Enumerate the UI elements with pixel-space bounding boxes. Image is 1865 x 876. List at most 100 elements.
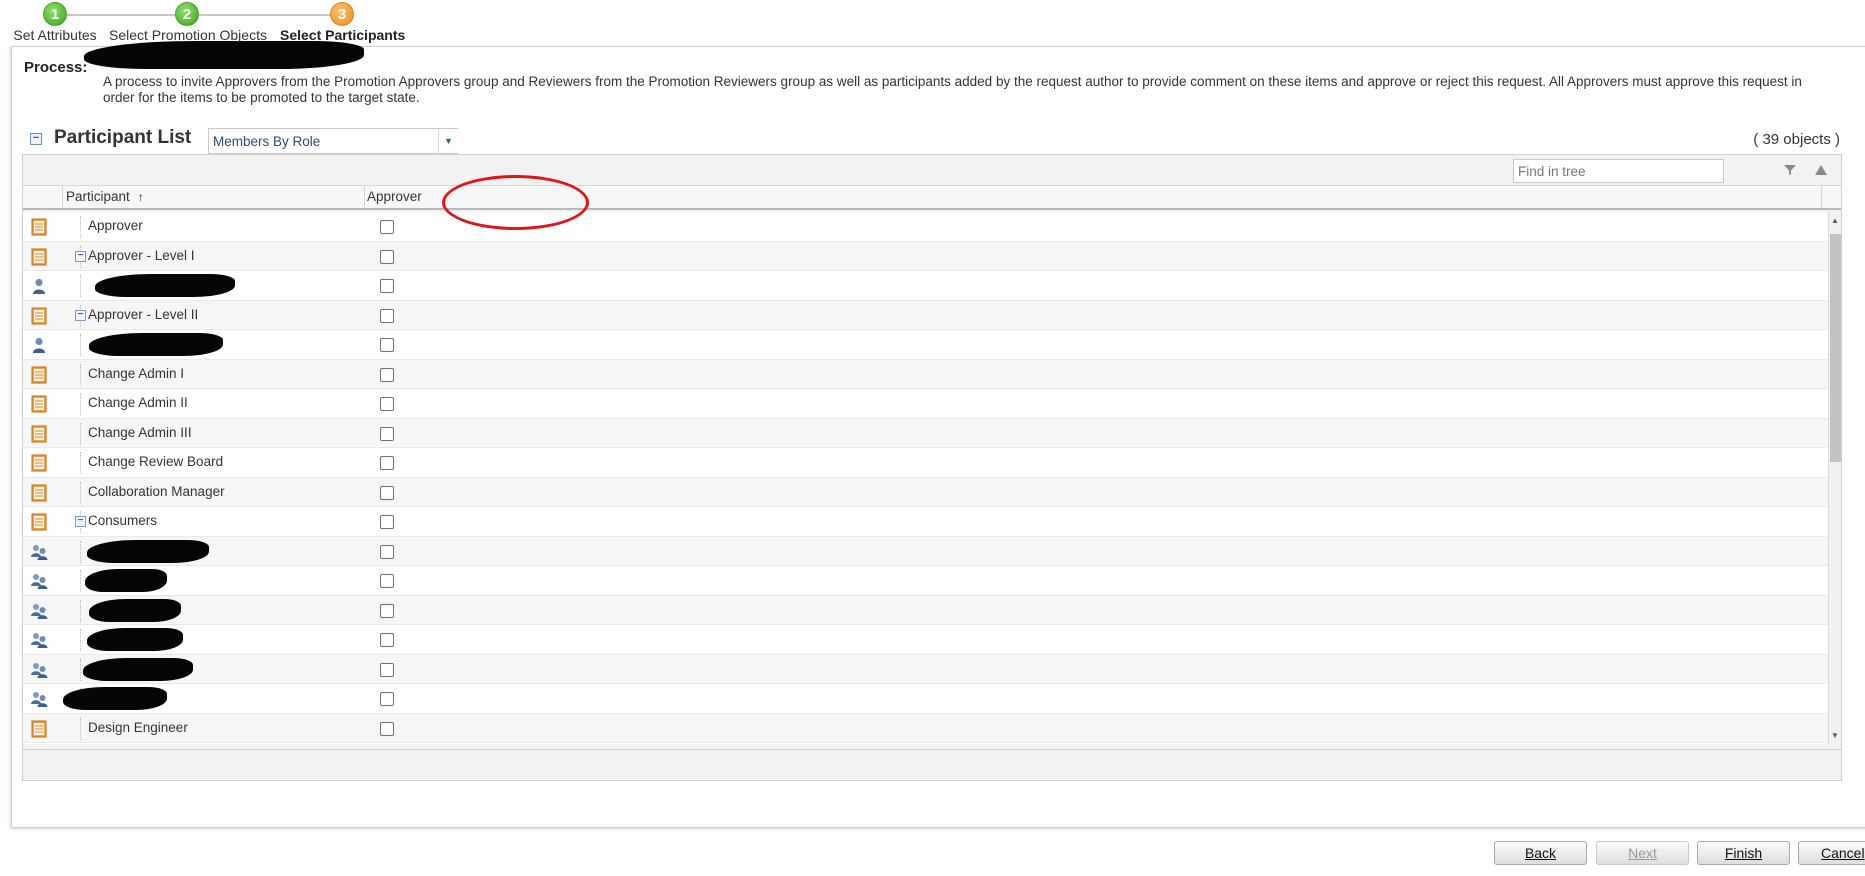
- redaction-mark: [87, 539, 209, 563]
- table-row[interactable]: Change Admin II: [23, 389, 1830, 419]
- approver-checkbox[interactable]: [380, 721, 394, 736]
- approver-checkbox[interactable]: [380, 426, 394, 441]
- approver-checkbox[interactable]: [380, 485, 394, 500]
- step-select-participants[interactable]: 3 Select Participants: [280, 0, 405, 43]
- role-icon: [30, 425, 48, 443]
- approver-checkbox[interactable]: [380, 338, 394, 352]
- process-description-line: order for the items to be promoted to th…: [103, 90, 420, 105]
- table-row[interactable]: [23, 654, 1830, 684]
- approver-checkbox[interactable]: [380, 515, 394, 529]
- approver-checkbox[interactable]: [380, 692, 394, 706]
- table-row[interactable]: Approver: [23, 212, 1830, 242]
- role-icon: [30, 395, 48, 413]
- tree-guide-line: [80, 629, 81, 651]
- collapse-all-icon[interactable]: [1814, 163, 1828, 177]
- approver-checkbox[interactable]: [380, 220, 394, 234]
- participants-panel: Process: A process to invite Approvers f…: [11, 41, 1865, 828]
- process-label: Process:: [24, 59, 88, 76]
- approver-checkbox[interactable]: [380, 603, 394, 618]
- table-row[interactable]: Design Engineer: [23, 713, 1830, 743]
- role-icon: [30, 484, 48, 502]
- participant-column-label: Participant: [66, 189, 130, 204]
- approver-checkbox[interactable]: [380, 574, 394, 588]
- approver-checkbox[interactable]: [380, 367, 394, 382]
- grid-toolbar: [23, 155, 1841, 186]
- table-row[interactable]: Collaboration Manager: [23, 477, 1830, 507]
- scrollbar-thumb[interactable]: [1830, 234, 1841, 462]
- table-row[interactable]: [23, 566, 1830, 596]
- step-number: 2: [175, 2, 199, 26]
- approver-checkbox[interactable]: [380, 397, 394, 411]
- step-number: 3: [330, 2, 354, 26]
- redaction-mark: [89, 598, 181, 622]
- step-number: 1: [43, 2, 67, 26]
- redaction-mark: [63, 687, 167, 710]
- participant-name: Approver - Level II: [88, 306, 199, 322]
- approver-checkbox[interactable]: [380, 308, 394, 323]
- step-set-attributes[interactable]: 1 Set Attributes: [10, 0, 100, 43]
- table-row[interactable]: [23, 330, 1830, 360]
- view-mode-select[interactable]: Members By Role ▼: [208, 128, 458, 154]
- finish-button[interactable]: Finish: [1697, 841, 1790, 865]
- tree-collapse-icon[interactable]: −: [75, 309, 86, 321]
- participant-name: Change Admin III: [88, 424, 192, 440]
- user-icon: [30, 336, 48, 354]
- approver-column-label: Approver: [367, 189, 422, 204]
- approver-checkbox[interactable]: [380, 249, 394, 264]
- table-row[interactable]: [23, 684, 1830, 714]
- participant-name: Change Admin I: [88, 365, 185, 381]
- group-icon: [30, 543, 48, 561]
- finish-button-label: Finish: [1724, 845, 1763, 861]
- approver-checkbox[interactable]: [380, 456, 394, 470]
- scroll-up-icon[interactable]: ▲: [1831, 216, 1839, 225]
- collapse-section-icon[interactable]: −: [30, 133, 42, 145]
- annotation-circle: [442, 175, 589, 230]
- find-in-tree-input[interactable]: [1513, 159, 1724, 183]
- role-icon: [30, 366, 48, 384]
- approver-checkbox[interactable]: [380, 633, 394, 647]
- table-row[interactable]: [23, 625, 1830, 655]
- tree-guide-line: [80, 481, 81, 504]
- vertical-scrollbar[interactable]: ▲ ▼: [1828, 212, 1841, 744]
- role-icon: [30, 513, 48, 531]
- object-count: ( 39 objects ): [1753, 131, 1840, 148]
- table-row[interactable]: [23, 271, 1830, 301]
- tree-guide-line: [80, 452, 81, 474]
- view-mode-value: Members By Role: [213, 134, 321, 149]
- role-icon: [30, 218, 48, 236]
- sort-ascending-icon: ↑: [137, 190, 144, 204]
- role-icon: [30, 307, 48, 325]
- table-row[interactable]: [23, 536, 1830, 566]
- next-button[interactable]: Next: [1596, 841, 1689, 865]
- grid-footer: [23, 749, 1841, 780]
- group-icon: [30, 631, 48, 649]
- cancel-button[interactable]: Cancel: [1798, 841, 1865, 865]
- table-row[interactable]: Change Review Board: [23, 448, 1830, 478]
- tree-guide-line: [80, 363, 81, 386]
- approver-checkbox[interactable]: [380, 279, 394, 293]
- participant-column-header[interactable]: Participant ↑: [63, 186, 365, 208]
- approver-checkbox[interactable]: [380, 662, 394, 677]
- table-row[interactable]: − Consumers: [23, 507, 1830, 537]
- next-button-label: Next: [1628, 845, 1657, 861]
- process-description-line: A process to invite Approvers from the P…: [103, 74, 1802, 89]
- tree-guide-line: [80, 393, 81, 415]
- dropdown-arrow-icon[interactable]: ▼: [438, 129, 458, 153]
- tree-guide-line: [80, 334, 81, 356]
- participant-list-title: Participant List: [54, 127, 192, 148]
- table-row[interactable]: − Approver - Level I: [23, 241, 1830, 271]
- tree-guide-line: [80, 216, 81, 238]
- tree-collapse-icon[interactable]: −: [75, 250, 86, 262]
- table-row[interactable]: − Approver - Level II: [23, 300, 1830, 330]
- table-row[interactable]: Change Admin III: [23, 418, 1830, 448]
- back-button[interactable]: Back: [1494, 841, 1587, 865]
- table-row[interactable]: Change Admin I: [23, 359, 1830, 389]
- filter-icon[interactable]: [1783, 163, 1797, 177]
- tree-guide-line: [80, 540, 81, 563]
- table-row[interactable]: [23, 595, 1830, 625]
- redaction-mark: [84, 41, 364, 69]
- approver-checkbox[interactable]: [380, 544, 394, 559]
- scroll-down-icon[interactable]: ▼: [1831, 731, 1839, 740]
- step-select-promotion-objects[interactable]: 2 Select Promotion Objects: [109, 0, 267, 43]
- tree-collapse-icon[interactable]: −: [75, 516, 86, 527]
